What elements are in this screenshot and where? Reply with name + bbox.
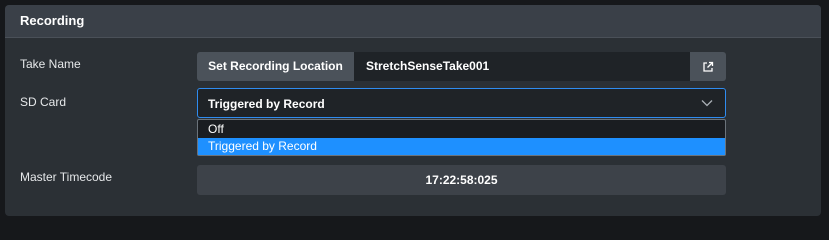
sd-card-select[interactable]: Triggered by Record [197,88,726,118]
open-location-button[interactable] [690,52,726,81]
panel-header: Recording [5,5,821,38]
sd-card-selected-value: Triggered by Record [208,97,325,111]
master-timecode-label: Master Timecode [20,170,113,184]
master-timecode-value: 17:22:58:025 [197,165,726,195]
sd-card-dropdown-list: Off Triggered by Record [197,119,726,156]
take-name-label: Take Name [20,57,81,71]
chevron-down-icon[interactable] [701,98,713,108]
dropdown-option-off[interactable]: Off [198,121,725,138]
sd-card-label: SD Card [20,95,67,109]
set-recording-location-button[interactable]: Set Recording Location [197,52,354,81]
external-link-icon [703,61,714,72]
take-name-field[interactable]: StretchSenseTake001 [354,52,690,81]
recording-panel: Recording Take Name SD Card Master Timec… [5,5,821,216]
dropdown-option-triggered-by-record[interactable]: Triggered by Record [198,138,725,155]
panel-title: Recording [20,13,85,28]
